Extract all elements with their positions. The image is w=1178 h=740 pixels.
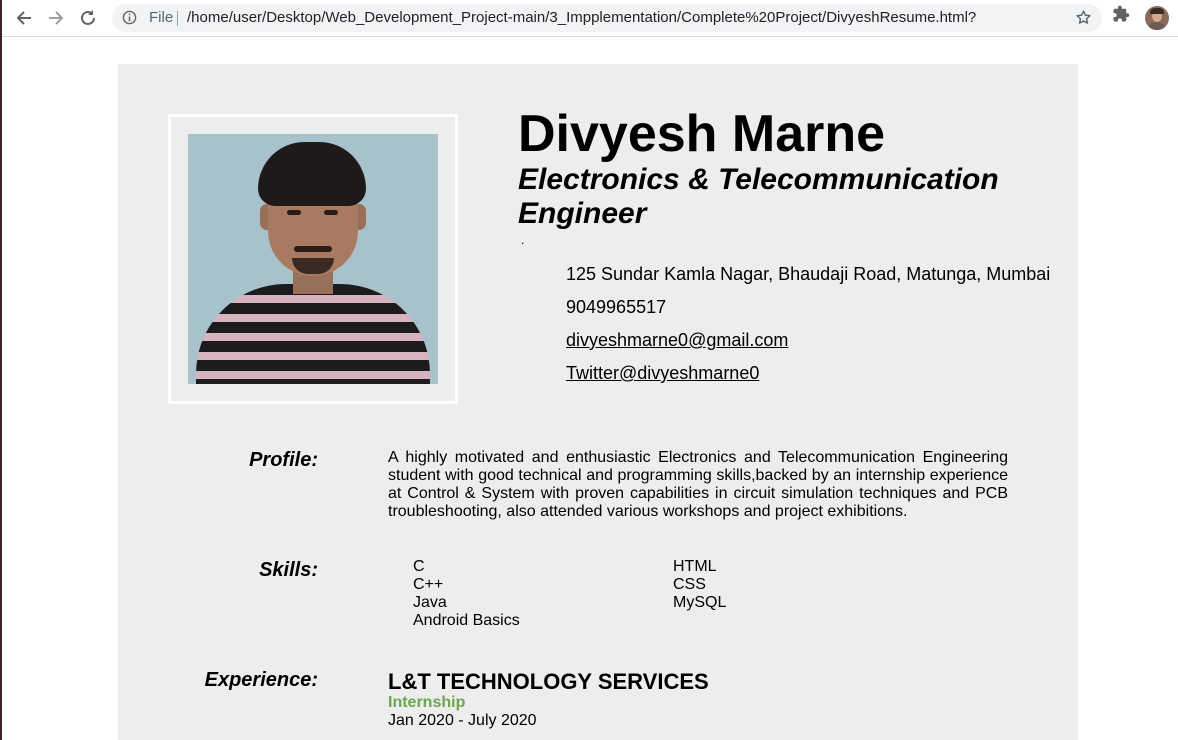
skill-item: MySQL	[673, 594, 727, 611]
address-bar[interactable]: File /home/user/Desktop/Web_Development_…	[112, 4, 1102, 32]
resume-title: Electronics & Telecommunication Engineer	[518, 163, 999, 230]
skill-item: CSS	[673, 576, 706, 593]
profile-label: Profile:	[249, 449, 318, 471]
contact-twitter-link[interactable]: Twitter@divyeshmarne0	[566, 362, 759, 384]
contact-phone: 9049965517	[566, 297, 667, 317]
star-icon[interactable]	[1075, 9, 1092, 31]
experience-company: L&T TECHNOLOGY SERVICES	[388, 669, 709, 694]
info-icon[interactable]	[122, 10, 137, 30]
skill-item: Java	[413, 594, 447, 611]
url-text[interactable]: /home/user/Desktop/Web_Development_Proje…	[187, 9, 976, 26]
experience-label: Experience:	[204, 669, 318, 691]
browser-toolbar: File /home/user/Desktop/Web_Development_…	[2, 0, 1178, 37]
profile-text: A highly motivated and enthusiastic Elec…	[388, 449, 1008, 520]
experience-role: Internship	[388, 694, 466, 711]
skills-label: Skills:	[259, 559, 318, 581]
reload-icon[interactable]	[75, 5, 101, 31]
profile-avatar[interactable]	[1145, 6, 1169, 30]
resume-name: Divyesh Marne	[518, 105, 886, 163]
back-arrow-icon[interactable]	[11, 5, 37, 31]
forward-arrow-icon[interactable]	[43, 5, 69, 31]
skill-item: C	[413, 558, 425, 575]
stray-dot: .	[521, 233, 525, 247]
skill-item: C++	[413, 576, 444, 593]
window-edge	[0, 0, 2, 740]
skill-item: Android Basics	[413, 612, 520, 629]
omnibox-separator	[177, 11, 178, 26]
contact-address: 125 Sundar Kamla Nagar, Bhaudaji Road, M…	[566, 264, 1051, 284]
profile-photo	[188, 134, 438, 384]
skill-item: HTML	[673, 558, 717, 575]
experience-dates: Jan 2020 - July 2020	[388, 712, 537, 729]
scheme-label: File	[149, 9, 174, 26]
extensions-puzzle-icon[interactable]	[1112, 5, 1130, 28]
contact-email-link[interactable]: divyeshmarne0@gmail.com	[566, 329, 788, 351]
